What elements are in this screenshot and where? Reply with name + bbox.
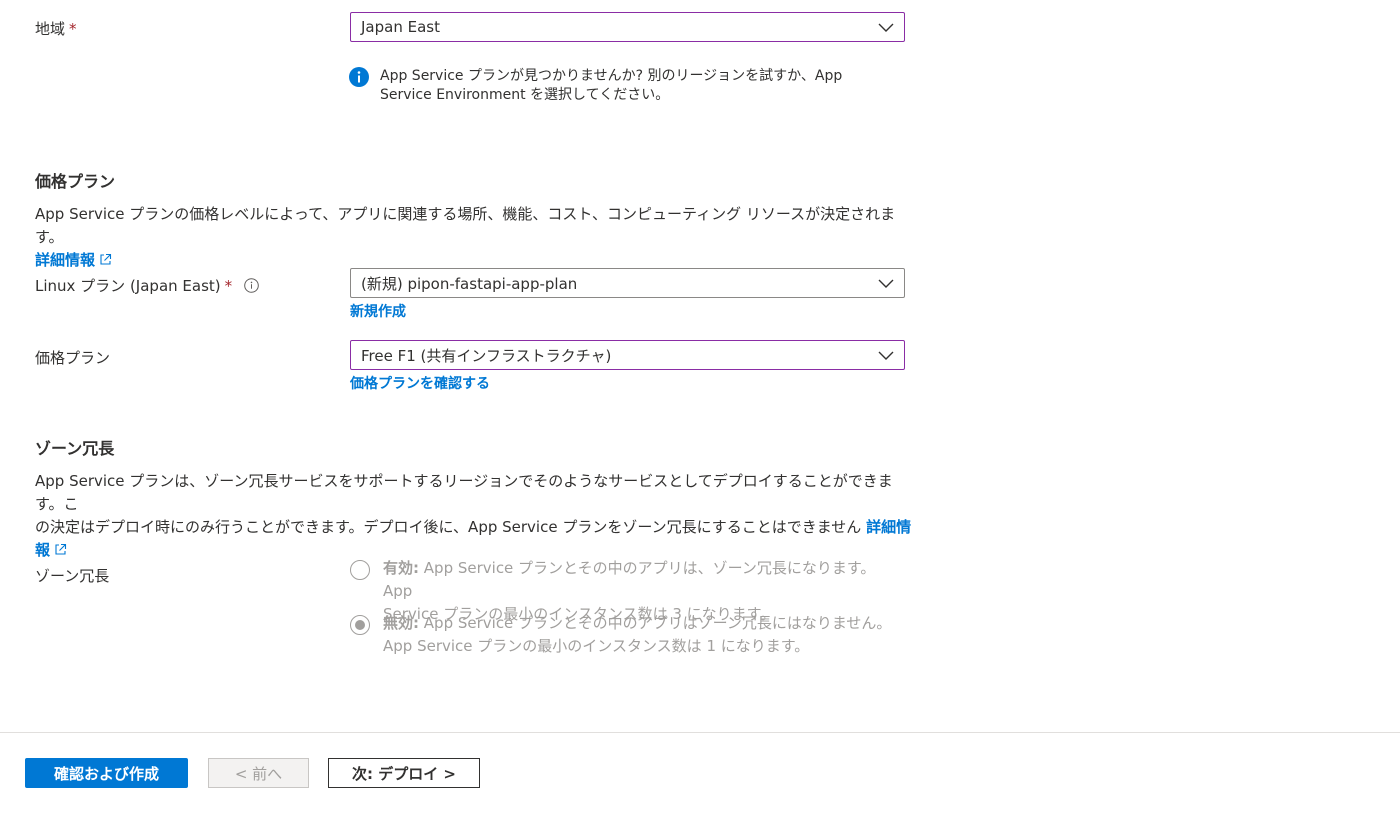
info-outline-icon[interactable]	[244, 278, 259, 293]
review-create-button[interactable]: 確認および作成	[25, 758, 188, 788]
chevron-down-icon	[878, 279, 894, 288]
linux-plan-select-value: (新規) pipon-fastapi-app-plan	[361, 274, 578, 293]
pricing-plan-select-value: Free F1 (共有インフラストラクチャ)	[361, 346, 612, 365]
create-new-plan-link[interactable]: 新規作成	[350, 301, 406, 321]
zone-description-line: App Service プランは、ゾーン冗長サービスをサポートするリージョンでそ…	[35, 472, 893, 513]
radio-button-disabled[interactable]	[350, 615, 370, 635]
chevron-down-icon	[878, 23, 894, 32]
pricing-description-text: App Service プランの価格レベルによって、アプリに関連する場所、機能、…	[35, 205, 896, 246]
option-text: App Service プランの最小のインスタンス数は 1 になります。	[383, 637, 810, 655]
region-select[interactable]: Japan East	[350, 12, 905, 42]
region-info-message: App Service プランが見つかりませんか? 別のリージョンを試すか、Ap…	[380, 67, 880, 105]
footer-divider	[0, 732, 1400, 733]
learn-more-text: 報	[35, 541, 51, 559]
pricing-section-description: App Service プランの価格レベルによって、アプリに関連する場所、機能、…	[35, 203, 905, 272]
zone-redundancy-label: ゾーン冗長	[35, 567, 110, 585]
pricing-learn-more-link[interactable]: 詳細情報	[35, 251, 112, 269]
external-link-icon	[55, 543, 67, 555]
pricing-plan-select[interactable]: Free F1 (共有インフラストラクチャ)	[350, 340, 905, 370]
external-link-icon	[100, 253, 112, 265]
required-mark: *	[224, 276, 233, 295]
option-title: 有効:	[383, 559, 419, 577]
previous-button[interactable]: < 前へ	[208, 758, 309, 788]
zone-description-text: の決定はデプロイ時にのみ行うことができます。デプロイ後に、App Service…	[35, 518, 862, 536]
radio-button-enabled[interactable]	[350, 560, 370, 580]
linux-plan-select[interactable]: (新規) pipon-fastapi-app-plan	[350, 268, 905, 298]
region-label: 地域 *	[35, 18, 77, 39]
region-info-line: Service Environment を選択してください。	[380, 87, 670, 103]
region-select-value: Japan East	[361, 18, 440, 36]
region-info-line: App Service プランが見つかりませんか? 別のリージョンを試すか、Ap…	[380, 68, 843, 84]
zone-learn-more-link[interactable]: 詳細情	[866, 518, 911, 536]
zone-option-disabled[interactable]: 無効: App Service プランとその中のアプリはゾーン冗長にはなりません…	[350, 614, 903, 658]
linux-plan-label: Linux プラン (Japan East) *	[35, 275, 259, 296]
explore-pricing-plans-link[interactable]: 価格プランを確認する	[350, 373, 490, 393]
zone-section-title: ゾーン冗長	[35, 439, 115, 458]
zone-description-line-2: の決定はデプロイ時にのみ行うことができます。デプロイ後に、App Service…	[35, 516, 915, 539]
pricing-section-title: 価格プラン	[35, 172, 116, 191]
info-icon	[349, 67, 369, 87]
chevron-down-icon	[878, 351, 894, 360]
next-deploy-button[interactable]: 次: デプロイ >	[328, 758, 480, 788]
linux-plan-label-text: Linux プラン (Japan East)	[35, 277, 221, 295]
option-title: 無効:	[383, 614, 419, 632]
required-mark: *	[69, 20, 77, 38]
region-label-text: 地域	[35, 20, 66, 38]
option-text: App Service プランとその中のアプリはゾーン冗長にはなりません。	[423, 614, 892, 632]
pricing-plan-label: 価格プラン	[35, 349, 111, 367]
zone-section-description: App Service プランは、ゾーン冗長サービスをサポートするリージョンでそ…	[35, 470, 915, 562]
zone-option-disabled-text: 無効: App Service プランとその中のアプリはゾーン冗長にはなりません…	[383, 612, 903, 658]
radio-selected-dot	[355, 620, 365, 630]
zone-learn-more-link-cont[interactable]: 報	[35, 541, 67, 559]
option-text: App Service プランとその中のアプリは、ゾーン冗長になります。App	[383, 559, 876, 600]
learn-more-text: 詳細情報	[35, 251, 96, 269]
